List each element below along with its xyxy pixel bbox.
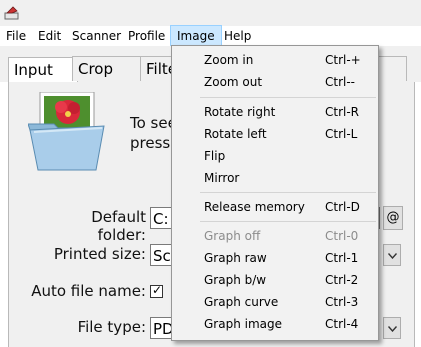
default-folder-label: Default folder: xyxy=(91,208,146,244)
auto-file-name-label: Auto file name: xyxy=(31,282,146,300)
tab-input[interactable]: Input xyxy=(8,57,78,82)
menu-item-zoom-in[interactable]: Zoom in Ctrl-+ xyxy=(172,49,378,71)
tab-overflow[interactable] xyxy=(378,56,407,81)
checkmark-icon: ✓ xyxy=(152,283,163,297)
title-bar xyxy=(0,0,421,26)
menu-item-graph-curve[interactable]: Graph curve Ctrl-3 xyxy=(172,291,378,313)
chevron-down-icon xyxy=(388,326,397,332)
auto-file-name-checkbox[interactable]: ✓ xyxy=(150,283,163,298)
file-type-dropdown-button[interactable] xyxy=(383,317,401,339)
menu-item-rotate-left[interactable]: Rotate left Ctrl-L xyxy=(172,123,378,145)
image-menu-dropdown: Zoom in Ctrl-+ Zoom out Ctrl-- Rotate ri… xyxy=(171,45,379,341)
menu-bar: File Edit Scanner Profile Image Help xyxy=(0,25,421,47)
menu-item-graph-off: Graph off Ctrl-0 xyxy=(204,229,359,243)
menu-image[interactable]: Image xyxy=(170,25,222,47)
menu-file[interactable]: File xyxy=(0,26,32,46)
menu-item-release-memory[interactable]: Release memory Ctrl-D xyxy=(172,196,378,218)
file-type-label: File type: xyxy=(77,318,146,336)
menu-item-graph-image[interactable]: Graph image Ctrl-4 xyxy=(172,313,378,335)
instruction-line-2: press xyxy=(130,134,171,152)
photo-folder-icon xyxy=(28,92,105,171)
menu-scanner[interactable]: Scanner xyxy=(66,26,127,46)
menu-item-zoom-out[interactable]: Zoom out Ctrl-- xyxy=(172,71,378,93)
menu-item-graph-raw[interactable]: Graph raw Ctrl-1 xyxy=(172,247,378,269)
instruction-line-1: To see xyxy=(130,114,177,132)
menu-separator xyxy=(200,192,376,193)
scanner-app-icon[interactable] xyxy=(4,5,20,21)
printed-size-dropdown-button[interactable] xyxy=(383,244,401,266)
menu-profile[interactable]: Profile xyxy=(122,26,171,46)
menu-separator xyxy=(200,97,376,98)
printed-size-label: Printed size: xyxy=(53,245,146,263)
menu-edit[interactable]: Edit xyxy=(32,26,67,46)
tab-crop[interactable]: Crop xyxy=(72,56,145,81)
menu-item-rotate-right[interactable]: Rotate right Ctrl-R xyxy=(172,101,378,123)
menu-item-graph-bw[interactable]: Graph b/w Ctrl-2 xyxy=(172,269,378,291)
folder-browse-button[interactable]: @ xyxy=(383,206,403,230)
menu-item-flip[interactable]: Flip xyxy=(172,145,378,167)
menu-separator xyxy=(200,221,376,222)
menu-help[interactable]: Help xyxy=(218,26,257,46)
menu-item-mirror[interactable]: Mirror xyxy=(172,167,378,189)
chevron-down-icon xyxy=(388,253,397,259)
